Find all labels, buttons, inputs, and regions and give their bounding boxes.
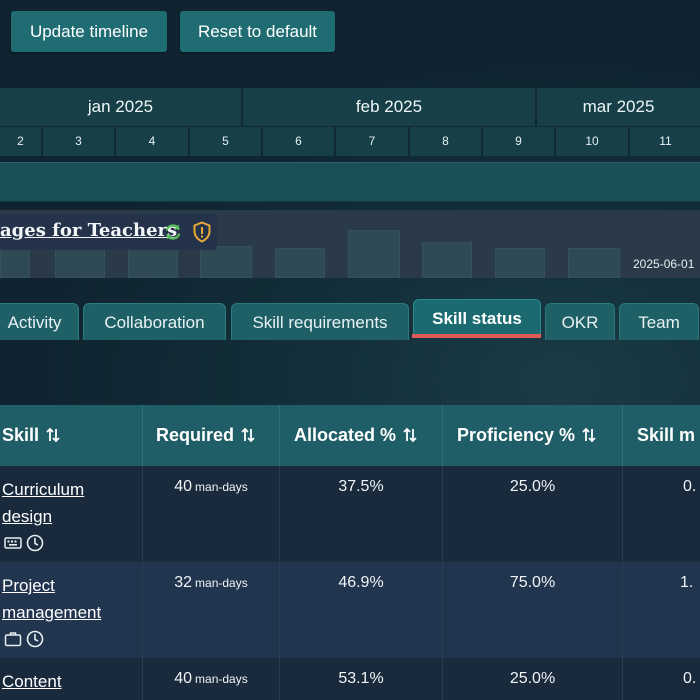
sort-icon[interactable] [581, 427, 597, 443]
cell-skill: Project management [0, 562, 143, 658]
month-label: jan 2025 [0, 88, 243, 126]
table-row[interactable]: Content 40 man-days 53.1% 25.0% 0. [0, 658, 700, 700]
update-timeline-button[interactable]: Update timeline [11, 11, 167, 52]
skill-m-value: 0. [683, 478, 697, 495]
tab-okr[interactable]: OKR [545, 303, 615, 340]
day-label: 10 [556, 126, 630, 156]
column-header-label: Skill [2, 425, 40, 445]
cell-skill-m: 1. [623, 562, 700, 658]
cell-skill-m: 0. [623, 466, 700, 562]
column-header-label: Proficiency % [457, 425, 576, 445]
proficiency-value: 75.0% [509, 574, 556, 591]
cell-required: 40 man-days [143, 658, 280, 700]
active-tab-indicator [412, 334, 541, 338]
cell-allocated: 37.5% [280, 466, 443, 562]
column-header-skill[interactable]: Skill [0, 405, 143, 466]
day-label: 6 [263, 126, 336, 156]
gantt-block [275, 248, 325, 278]
gantt-block [568, 248, 620, 278]
timeline-months: jan 2025 feb 2025 mar 2025 [0, 88, 700, 126]
day-label: 3 [43, 126, 116, 156]
day-label: 8 [410, 126, 483, 156]
proficiency-value: 25.0% [509, 670, 556, 687]
day-label: 5 [190, 126, 263, 156]
required-value: 40 man-days [174, 478, 248, 495]
proficiency-value: 25.0% [509, 478, 556, 495]
allocated-value: 37.5% [338, 478, 384, 495]
tab-skill-requirements[interactable]: Skill requirements [231, 303, 409, 340]
skill-m-value: 0. [683, 670, 697, 687]
cell-skill-m: 0. [623, 658, 700, 700]
keyboard-icon [4, 537, 22, 549]
reset-to-default-button[interactable]: Reset to default [180, 11, 335, 52]
table-row[interactable]: Project management 32 man-days 46.9% 75.0%… [0, 562, 700, 658]
sort-icon[interactable] [240, 427, 256, 443]
cell-skill: Content [0, 658, 143, 700]
sort-icon[interactable] [45, 427, 61, 443]
required-value: 32 man-days [174, 574, 248, 591]
day-label: 11 [630, 126, 700, 156]
sync-icon[interactable] [163, 222, 183, 242]
required-value: 40 man-days [174, 670, 248, 687]
gantt-block [128, 248, 178, 278]
skill-link[interactable]: Curriculum design [2, 476, 122, 530]
skill-icons [4, 534, 44, 552]
column-header-label: Required [156, 425, 235, 445]
allocated-value: 53.1% [338, 670, 384, 687]
column-header-label: Skill m [637, 425, 696, 445]
gantt-block [55, 248, 105, 278]
allocated-value: 46.9% [338, 574, 384, 591]
column-header-proficiency[interactable]: Proficiency % [443, 405, 623, 466]
tab-activity[interactable]: Activity [0, 303, 79, 340]
tab-skill-status[interactable]: Skill status [413, 299, 541, 338]
cell-proficiency: 25.0% [443, 658, 623, 700]
cell-required: 40 man-days [143, 466, 280, 562]
skill-m-value: 1. [680, 574, 694, 591]
gantt-block [348, 230, 400, 278]
tab-team[interactable]: Team [619, 303, 699, 340]
table-row[interactable]: Curriculum design 40 man-days 37.5% 25.0% … [0, 466, 700, 562]
gantt-block [495, 248, 545, 278]
table-header: Skill Required Allocated % Proficiency %… [0, 405, 700, 466]
shield-alert-icon[interactable] [192, 221, 212, 243]
clock-icon [26, 534, 44, 552]
sort-icon[interactable] [402, 427, 418, 443]
cell-proficiency: 25.0% [443, 466, 623, 562]
gantt-block [0, 248, 30, 278]
cell-proficiency: 75.0% [443, 562, 623, 658]
timeline-lane[interactable] [0, 162, 700, 202]
month-label: feb 2025 [243, 88, 537, 126]
tab-collaboration[interactable]: Collaboration [83, 303, 226, 340]
day-label: 9 [483, 126, 556, 156]
cell-skill: Curriculum design [0, 466, 143, 562]
skill-link[interactable]: Project management [2, 572, 122, 626]
cell-allocated: 53.1% [280, 658, 443, 700]
cell-allocated: 46.9% [280, 562, 443, 658]
day-label: 7 [336, 126, 410, 156]
skill-icons [4, 630, 44, 648]
column-header-skill-m[interactable]: Skill m [623, 405, 700, 466]
gantt-block [200, 246, 252, 278]
column-header-label: Allocated % [294, 425, 397, 445]
day-label: 2 [0, 126, 43, 156]
clock-icon [26, 630, 44, 648]
project-title-link[interactable]: ages for Teachers [0, 220, 177, 241]
project-end-date: 2025-06-01 [633, 257, 695, 271]
day-label: 4 [116, 126, 190, 156]
month-label: mar 2025 [537, 88, 700, 126]
column-header-required[interactable]: Required [143, 405, 280, 466]
cell-required: 32 man-days [143, 562, 280, 658]
column-header-allocated[interactable]: Allocated % [280, 405, 443, 466]
briefcase-icon [4, 632, 22, 647]
skill-status-table: Skill Required Allocated % Proficiency %… [0, 405, 700, 700]
skill-link[interactable]: Content [2, 668, 122, 695]
gantt-block [422, 242, 472, 278]
tab-bar: Activity Collaboration Skill requirement… [0, 299, 700, 342]
timeline-days: 2 3 4 5 6 7 8 9 10 11 [0, 126, 700, 156]
